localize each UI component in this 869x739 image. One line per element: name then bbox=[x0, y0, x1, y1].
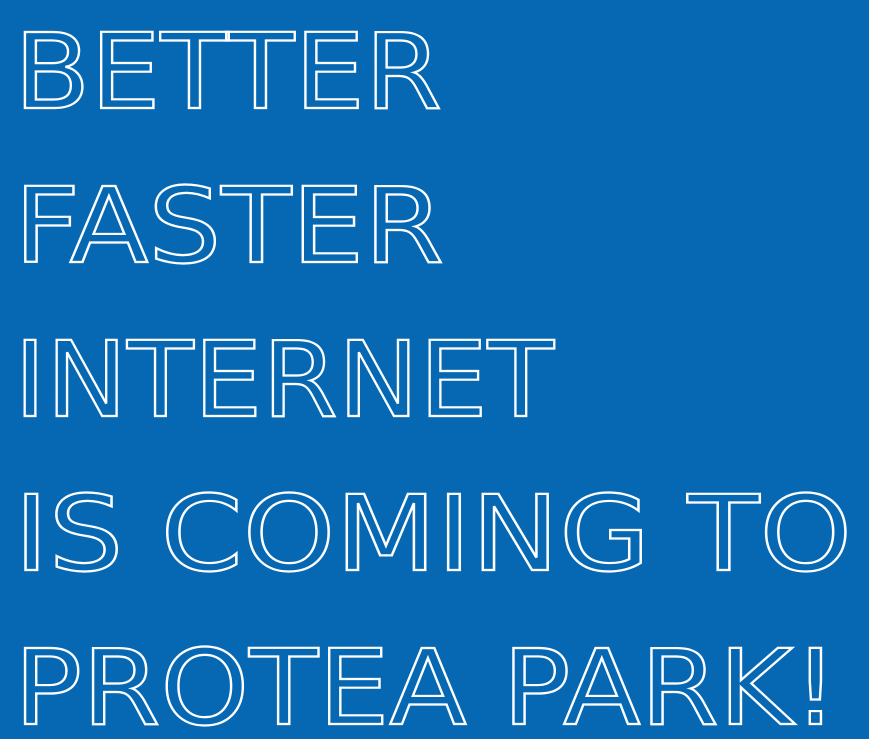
headline-line-2: FASTER bbox=[14, 165, 444, 287]
headline-line-5: PROTEA PARK! bbox=[14, 627, 838, 739]
headline: BETTER FASTER INTERNET IS COMING TO PROT… bbox=[13, 10, 853, 739]
headline-line-3: INTERNET bbox=[14, 319, 554, 441]
headline-line-4: IS COMING TO bbox=[14, 473, 852, 595]
announcement-poster: BETTER FASTER INTERNET IS COMING TO PROT… bbox=[0, 0, 869, 739]
headline-line-1: BETTER bbox=[14, 11, 442, 133]
